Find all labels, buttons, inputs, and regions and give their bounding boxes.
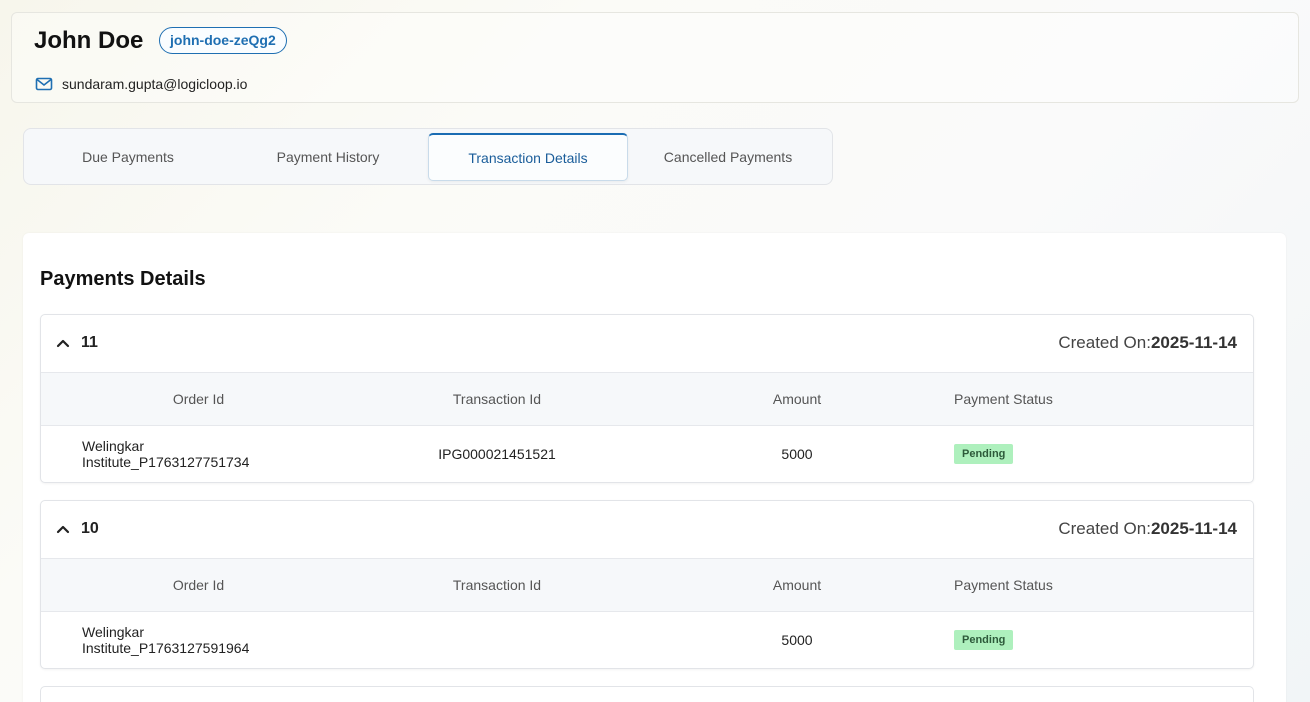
payment-status-cell: Pending <box>954 426 1154 482</box>
order-id-cell: Welingkar Institute_P1763127751734 <box>82 438 250 470</box>
tab-transaction-details[interactable]: Transaction Details <box>428 133 628 181</box>
table-header-row: Order Id Transaction Id Amount Payment S… <box>41 372 1253 426</box>
table-header-row: Order Id Transaction Id Amount Payment S… <box>41 558 1253 612</box>
tab-bar: Due Payments Payment History Transaction… <box>23 128 833 185</box>
payment-group: 10 Created On:2025-11-14 Order Id Transa… <box>40 500 1254 669</box>
page: John Doe john-doe-zeQg2 sundaram.gupta@l… <box>0 0 1310 702</box>
profile-name: John Doe <box>34 27 144 54</box>
header-payment-status: Payment Status <box>954 391 1053 407</box>
user-id-badge: john-doe-zeQg2 <box>159 27 287 54</box>
created-on: Created On:2025-11-14 <box>1058 519 1237 539</box>
payment-number: 10 <box>81 520 99 537</box>
created-on-date: 2025-11-14 <box>1150 333 1237 352</box>
profile-card: John Doe john-doe-zeQg2 sundaram.gupta@l… <box>11 12 1299 103</box>
chevron-up-icon[interactable] <box>56 336 70 350</box>
header-amount: Amount <box>772 391 822 407</box>
mail-icon <box>35 75 53 93</box>
header-amount: Amount <box>772 577 822 593</box>
amount-cell: 5000 <box>781 446 813 462</box>
payment-number: 11 <box>81 334 98 351</box>
table-row: Welingkar Institute_P1763127751734 IPG00… <box>41 426 1253 482</box>
header-order-id: Order Id <box>172 577 225 593</box>
payment-group-header[interactable]: 10 Created On:2025-11-14 <box>41 501 1253 558</box>
header-order-id: Order Id <box>172 391 225 407</box>
transaction-id-cell: IPG000021451521 <box>438 446 556 462</box>
created-on-label: Created On: <box>1058 519 1151 538</box>
chevron-up-icon[interactable] <box>56 522 70 536</box>
payment-group: 11 Created On:2025-11-14 Order Id Transa… <box>40 314 1254 483</box>
header-transaction-id: Transaction Id <box>452 391 542 407</box>
transaction-id-cell <box>411 612 583 668</box>
created-on: Created On:2025-11-14 <box>1058 333 1237 353</box>
tab-due-payments[interactable]: Due Payments <box>28 133 228 181</box>
table-row: Welingkar Institute_P1763127591964 5000 … <box>41 612 1253 668</box>
header-transaction-id: Transaction Id <box>452 577 542 593</box>
tab-payment-history[interactable]: Payment History <box>228 133 428 181</box>
status-badge: Pending <box>954 444 1014 464</box>
payment-status-cell: Pending <box>954 612 1154 668</box>
payments-details-card: Payments Details 11 Created On:2025-11-1… <box>23 233 1286 702</box>
created-on-label: Created On: <box>1058 333 1151 352</box>
order-id-cell: Welingkar Institute_P1763127591964 <box>82 624 250 656</box>
email-row: sundaram.gupta@logicloop.io <box>35 75 247 93</box>
created-on-date: 2025-11-14 <box>1150 519 1237 538</box>
header-payment-status: Payment Status <box>954 577 1053 593</box>
payment-group-header[interactable]: 11 Created On:2025-11-14 <box>41 315 1253 372</box>
section-title: Payments Details <box>40 268 206 290</box>
tab-cancelled-payments[interactable]: Cancelled Payments <box>628 133 828 181</box>
amount-cell: 5000 <box>781 632 813 648</box>
payment-group-partial <box>40 686 1254 702</box>
email-text: sundaram.gupta@logicloop.io <box>62 76 248 92</box>
status-badge: Pending <box>954 630 1014 650</box>
